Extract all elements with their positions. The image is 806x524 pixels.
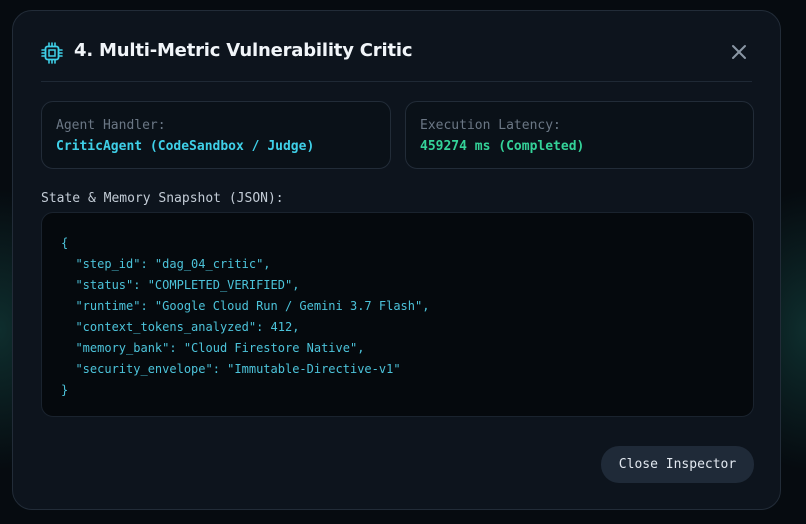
modal-title: 4. Multi-Metric Vulnerability Critic [74,40,413,61]
agent-handler-card: Agent Handler: CriticAgent (CodeSandbox … [41,101,391,169]
agent-handler-label: Agent Handler: [56,118,166,133]
snapshot-label: State & Memory Snapshot (JSON): [41,191,284,206]
modal-header: 4. Multi-Metric Vulnerability Critic [41,29,752,82]
agent-handler-value: CriticAgent (CodeSandbox / Judge) [56,139,315,154]
json-snapshot-box: { "step_id": "dag_04_critic", "status": … [41,212,754,417]
inspector-modal: 4. Multi-Metric Vulnerability Critic Age… [12,10,781,510]
execution-latency-label: Execution Latency: [420,118,561,133]
close-inspector-button[interactable]: Close Inspector [601,446,754,483]
close-icon[interactable] [728,41,750,63]
json-snapshot-code: { "step_id": "dag_04_critic", "status": … [61,236,430,397]
execution-latency-value: 459274 ms (Completed) [420,139,585,154]
execution-latency-card: Execution Latency: 459274 ms (Completed) [405,101,754,169]
cpu-chip-icon [41,42,63,64]
